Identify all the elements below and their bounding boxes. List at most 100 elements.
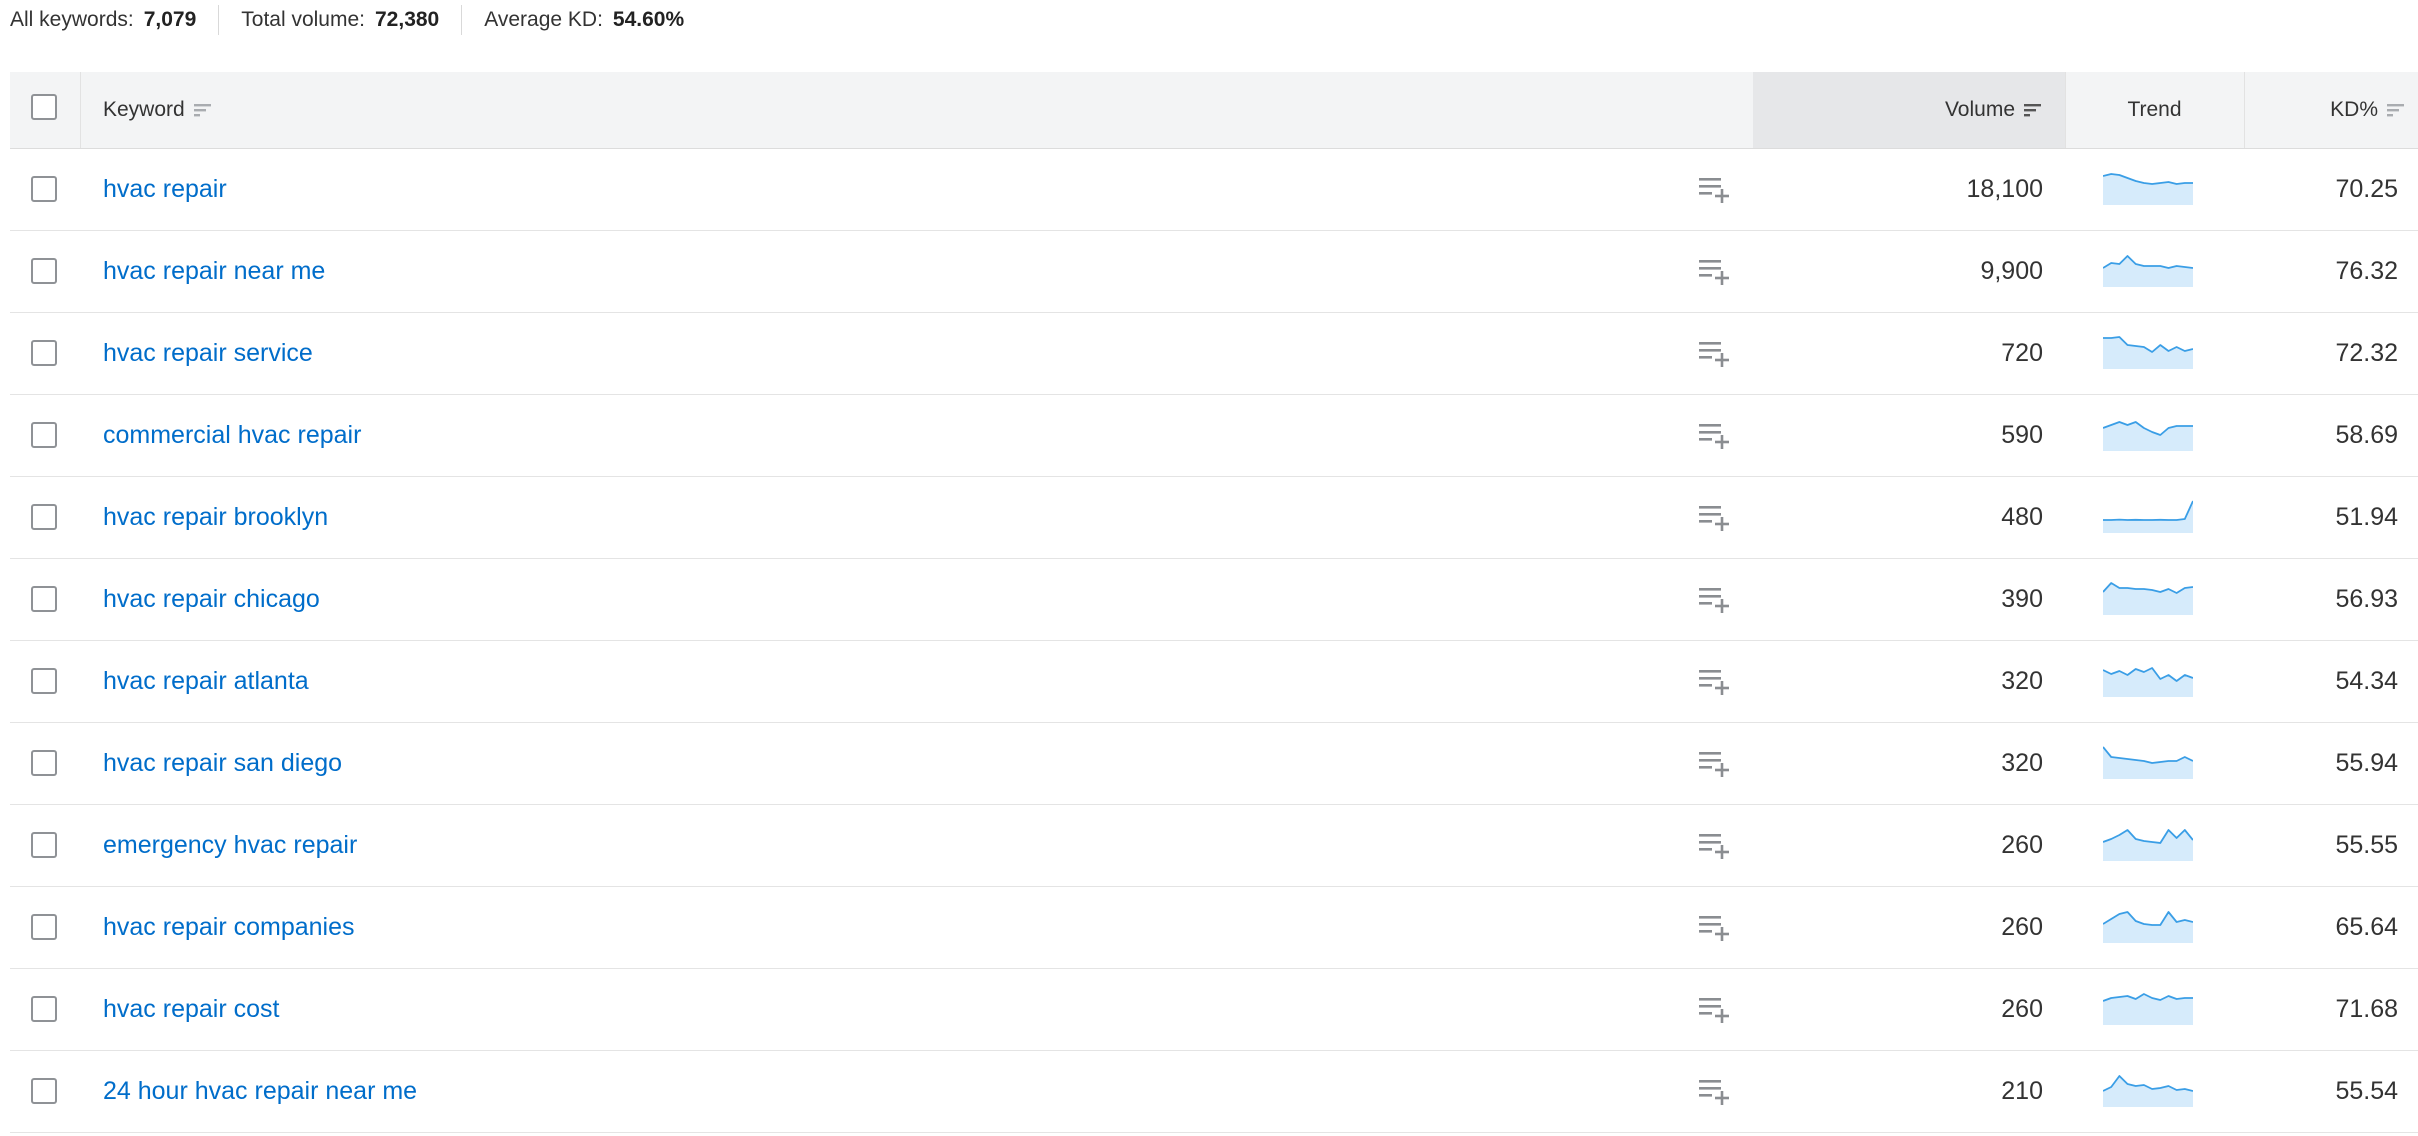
row-checkbox[interactable]	[31, 340, 57, 366]
keyword-difficulty: 55.55	[2335, 831, 2398, 859]
keyword-difficulty: 71.68	[2335, 995, 2398, 1023]
keyword-difficulty: 58.69	[2335, 421, 2398, 449]
row-checkbox[interactable]	[31, 996, 57, 1022]
add-to-list-icon[interactable]	[1698, 339, 1732, 367]
search-volume: 320	[2001, 749, 2043, 777]
search-volume: 590	[2001, 421, 2043, 449]
total-volume-label: Total volume:	[241, 8, 365, 31]
trend-header-label: Trend	[2127, 98, 2182, 121]
keyword-header-label: Keyword	[103, 98, 185, 121]
keyword-link[interactable]: commercial hvac repair	[103, 395, 361, 476]
keyword-link[interactable]: hvac repair	[103, 149, 227, 230]
trend-sparkline	[2103, 1075, 2193, 1107]
keyword-difficulty: 56.93	[2335, 585, 2398, 613]
keyword-link[interactable]: hvac repair cost	[103, 969, 279, 1050]
row-checkbox[interactable]	[31, 832, 57, 858]
keyword-link[interactable]: hvac repair near me	[103, 231, 325, 312]
keyword-link[interactable]: hvac repair atlanta	[103, 641, 309, 722]
keyword-link[interactable]: hvac repair companies	[103, 887, 355, 968]
table-row: commercial hvac repair 590 58.69	[10, 395, 2418, 477]
trend-column-header: Trend	[2065, 72, 2244, 148]
add-to-list-icon[interactable]	[1698, 503, 1732, 531]
add-to-list-icon[interactable]	[1698, 421, 1732, 449]
total-volume-stat: Total volume: 72,380	[219, 5, 461, 35]
select-all-checkbox[interactable]	[31, 94, 57, 120]
row-checkbox[interactable]	[31, 586, 57, 612]
trend-sparkline	[2103, 993, 2193, 1025]
search-volume: 9,900	[1980, 257, 2043, 285]
trend-sparkline	[2103, 421, 2193, 451]
trend-sparkline	[2103, 829, 2193, 861]
add-to-list-icon[interactable]	[1698, 831, 1732, 859]
row-checkbox[interactable]	[31, 1078, 57, 1104]
all-keywords-value: 7,079	[143, 8, 197, 31]
keyword-difficulty: 72.32	[2335, 339, 2398, 367]
add-to-list-icon[interactable]	[1698, 585, 1732, 613]
keyword-link[interactable]: hvac repair service	[103, 313, 313, 394]
keyword-difficulty: 54.34	[2335, 667, 2398, 695]
table-row: hvac repair 18,100 70.25	[10, 149, 2418, 231]
trend-sparkline	[2103, 173, 2193, 205]
table-row: hvac repair cost 260 71.68	[10, 969, 2418, 1051]
search-volume: 320	[2001, 667, 2043, 695]
column-divider	[80, 72, 81, 148]
keyword-link[interactable]: hvac repair chicago	[103, 559, 320, 640]
table-row: hvac repair near me 9,900 76.32	[10, 231, 2418, 313]
average-kd-value: 54.60%	[612, 8, 685, 31]
row-checkbox[interactable]	[31, 750, 57, 776]
volume-header-label: Volume	[1944, 98, 2015, 121]
keyword-difficulty: 70.25	[2335, 175, 2398, 203]
keyword-link[interactable]: hvac repair san diego	[103, 723, 342, 804]
sort-icon	[2387, 104, 2404, 117]
table-body: hvac repair 18,100 70.25 hvac repair nea…	[10, 149, 2418, 1133]
search-volume: 210	[2001, 1077, 2043, 1105]
add-to-list-icon[interactable]	[1698, 1077, 1732, 1105]
keyword-link[interactable]: hvac repair brooklyn	[103, 477, 328, 558]
trend-sparkline	[2103, 336, 2193, 369]
table-row: hvac repair companies 260 65.64	[10, 887, 2418, 969]
add-to-list-icon[interactable]	[1698, 995, 1732, 1023]
add-to-list-icon[interactable]	[1698, 257, 1732, 285]
search-volume: 260	[2001, 831, 2043, 859]
kd-column-header[interactable]: KD%	[2244, 72, 2418, 148]
add-to-list-icon[interactable]	[1698, 175, 1732, 203]
search-volume: 390	[2001, 585, 2043, 613]
search-volume: 260	[2001, 913, 2043, 941]
add-to-list-icon[interactable]	[1698, 913, 1732, 941]
table-row: hvac repair service 720 72.32	[10, 313, 2418, 395]
keyword-difficulty: 51.94	[2335, 503, 2398, 531]
volume-column-header[interactable]: Volume	[1753, 72, 2065, 148]
search-volume: 18,100	[1966, 175, 2043, 203]
table-row: emergency hvac repair 260 55.55	[10, 805, 2418, 887]
add-to-list-icon[interactable]	[1698, 667, 1732, 695]
row-checkbox[interactable]	[31, 668, 57, 694]
average-kd-stat: Average KD: 54.60%	[462, 5, 706, 35]
table-row: hvac repair atlanta 320 54.34	[10, 641, 2418, 723]
trend-sparkline	[2103, 746, 2193, 779]
row-checkbox[interactable]	[31, 258, 57, 284]
row-checkbox[interactable]	[31, 176, 57, 202]
table-header: Keyword Volume Trend KD%	[10, 72, 2418, 149]
row-checkbox[interactable]	[31, 504, 57, 530]
keyword-difficulty: 55.94	[2335, 749, 2398, 777]
table-row: 24 hour hvac repair near me 210 55.54	[10, 1051, 2418, 1133]
trend-sparkline	[2103, 582, 2193, 615]
trend-sparkline	[2103, 911, 2193, 943]
search-volume: 720	[2001, 339, 2043, 367]
all-keywords-stat: All keywords: 7,079	[0, 5, 218, 35]
row-checkbox[interactable]	[31, 914, 57, 940]
table-row: hvac repair chicago 390 56.93	[10, 559, 2418, 641]
sort-icon	[193, 104, 211, 117]
add-to-list-icon[interactable]	[1698, 749, 1732, 777]
keyword-link[interactable]: 24 hour hvac repair near me	[103, 1051, 417, 1132]
row-checkbox[interactable]	[31, 422, 57, 448]
keyword-link[interactable]: emergency hvac repair	[103, 805, 357, 886]
keyword-column-header[interactable]: Keyword	[103, 72, 213, 148]
total-volume-value: 72,380	[375, 8, 440, 31]
sort-descending-icon	[2024, 104, 2041, 117]
keyword-table-panel: All keywords: 7,079 Total volume: 72,380…	[0, 0, 2418, 1136]
average-kd-label: Average KD:	[484, 8, 603, 31]
search-volume: 260	[2001, 995, 2043, 1023]
keyword-difficulty: 55.54	[2335, 1077, 2398, 1105]
table-row: hvac repair brooklyn 480 51.94	[10, 477, 2418, 559]
